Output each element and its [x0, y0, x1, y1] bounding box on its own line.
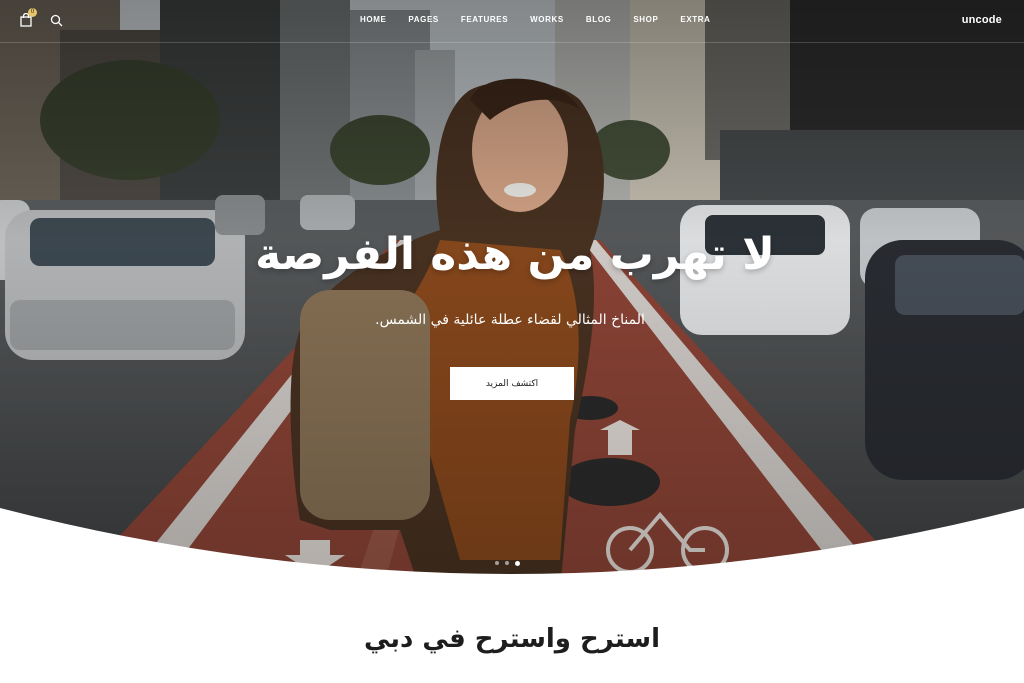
discover-more-button[interactable]: اكتشف المزيد — [450, 367, 574, 400]
menu-item-blog[interactable]: BLOG — [586, 15, 612, 24]
cart-count-badge: 0 — [28, 8, 37, 17]
menu-item-extra[interactable]: EXTRA — [680, 15, 710, 24]
nav-utilities: 0 — [20, 8, 63, 28]
slider-dot-2[interactable] — [505, 561, 509, 565]
hero-title: لا تهرب من هذه الفرصة — [255, 229, 775, 280]
cart-button[interactable]: 0 — [20, 8, 37, 28]
menu-item-pages[interactable]: PAGES — [408, 15, 438, 24]
hero-subtitle: المناخ المثالي لقضاء عطلة عائلية في الشم… — [375, 312, 645, 328]
menu-item-shop[interactable]: SHOP — [633, 15, 658, 24]
menu-item-features[interactable]: FEATURES — [461, 15, 508, 24]
site-logo[interactable]: uncode — [962, 14, 1002, 26]
slider-dot-1[interactable] — [495, 561, 499, 565]
top-navigation-bar: 0 HOME PAGES FEATURES WORKS BLOG SHOP EX… — [0, 0, 1024, 43]
hero-section: 0 HOME PAGES FEATURES WORKS BLOG SHOP EX… — [0, 0, 1024, 683]
slider-pagination — [495, 560, 520, 566]
search-icon[interactable] — [50, 14, 63, 27]
slider-dot-3[interactable] — [515, 560, 520, 566]
main-menu: HOME PAGES FEATURES WORKS BLOG SHOP EXTR… — [360, 15, 733, 24]
menu-item-works[interactable]: WORKS — [530, 15, 564, 24]
menu-item-home[interactable]: HOME — [360, 15, 386, 24]
hero-bottom-curve — [0, 508, 1024, 683]
section-title: استرح واسترح في دبي — [363, 624, 661, 654]
